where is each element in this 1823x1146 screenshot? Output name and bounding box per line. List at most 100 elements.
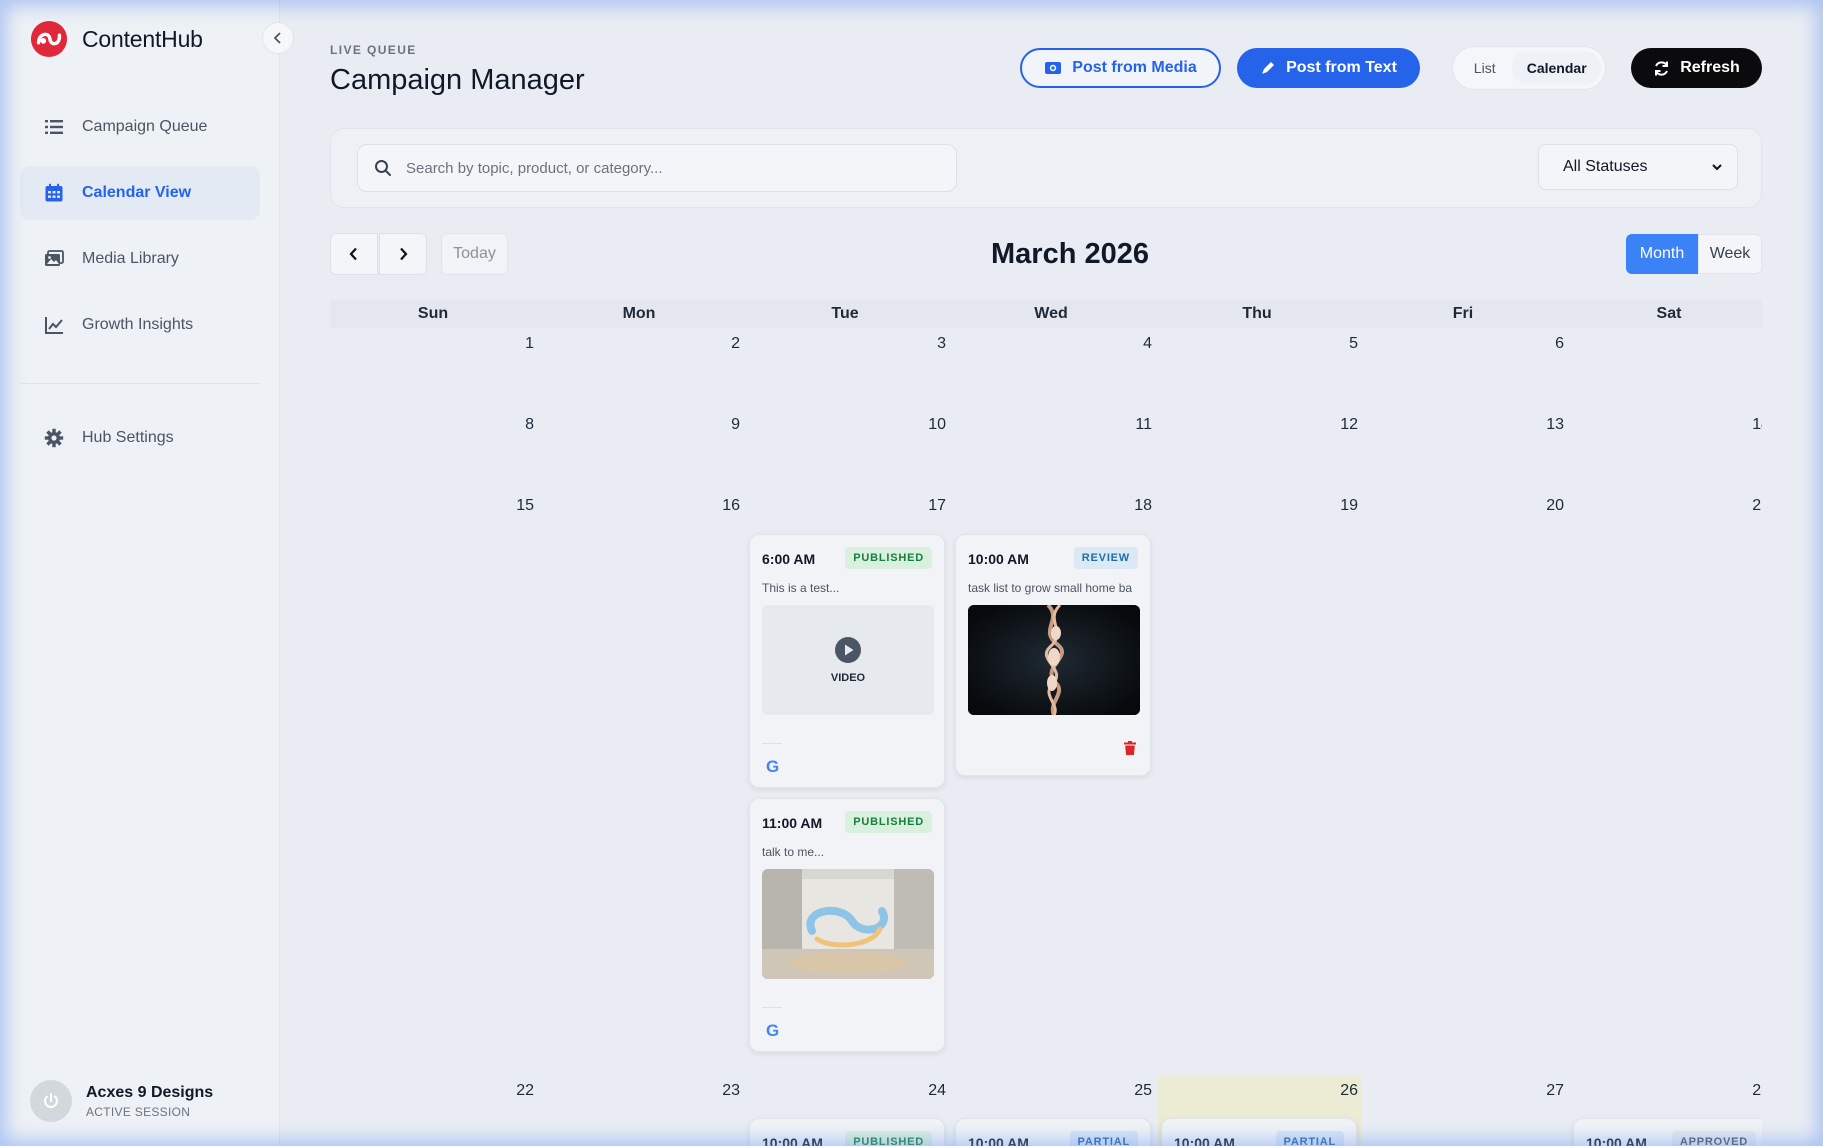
post-time: 10:00 AM: [1174, 1135, 1235, 1146]
user-session[interactable]: Acxes 9 Designs ACTIVE SESSION: [30, 1080, 213, 1122]
day-number[interactable]: 6: [1524, 335, 1564, 353]
post-from-text-label: Post from Text: [1286, 59, 1397, 76]
delete-button[interactable]: [1124, 741, 1136, 760]
search-icon: [375, 160, 391, 176]
day-number[interactable]: 12: [1318, 416, 1358, 434]
day-number[interactable]: 20: [1524, 497, 1564, 515]
sidebar-item-media-library[interactable]: Media Library: [20, 232, 260, 286]
post-card[interactable]: 10:00 AM PARTIAL: [1161, 1118, 1357, 1146]
post-time: 10:00 AM: [1586, 1135, 1647, 1146]
day-number[interactable]: 14: [1730, 416, 1762, 434]
power-icon: [44, 1093, 58, 1108]
day-number[interactable]: 11: [1112, 416, 1152, 434]
post-card[interactable]: 6:00 AM PUBLISHED This is a test... VIDE…: [749, 534, 945, 788]
day-number[interactable]: 22: [494, 1082, 534, 1100]
sidebar-item-hub-settings[interactable]: Hub Settings: [20, 411, 260, 465]
weekday-fri: Fri: [1452, 305, 1474, 322]
post-card[interactable]: 11:00 AM PUBLISHED talk to me... G: [749, 798, 945, 1052]
video-thumbnail[interactable]: VIDEO: [762, 605, 934, 715]
day-number[interactable]: 25: [1112, 1082, 1152, 1100]
status-filter-select[interactable]: All Statuses: [1538, 144, 1738, 190]
view-calendar-button[interactable]: Calendar: [1512, 51, 1601, 85]
post-card[interactable]: 10:00 AM APPROVED: [1573, 1118, 1762, 1146]
view-list-button[interactable]: List: [1457, 51, 1512, 85]
week-view-button[interactable]: Week: [1698, 234, 1762, 274]
post-from-text-button[interactable]: Post from Text: [1237, 48, 1420, 88]
page-eyebrow: LIVE QUEUE: [330, 43, 417, 57]
sidebar-item-campaign-queue[interactable]: Campaign Queue: [20, 100, 260, 154]
images-icon: [45, 250, 64, 266]
day-number[interactable]: 15: [494, 497, 534, 515]
post-time: 10:00 AM: [968, 1135, 1029, 1146]
day-number[interactable]: 24: [906, 1082, 946, 1100]
search-panel: All Statuses: [330, 128, 1762, 208]
post-card[interactable]: 10:00 AM PARTIAL: [955, 1118, 1151, 1146]
day-number[interactable]: 2: [700, 335, 740, 353]
day-number[interactable]: 27: [1524, 1082, 1564, 1100]
status-badge: PUBLISHED: [845, 811, 932, 833]
post-time: 10:00 AM: [968, 551, 1029, 567]
day-number[interactable]: 17: [906, 497, 946, 515]
day-number[interactable]: 16: [700, 497, 740, 515]
status-badge: PARTIAL: [1275, 1131, 1344, 1146]
card-divider: [762, 1007, 782, 1008]
day-number[interactable]: 18: [1112, 497, 1152, 515]
sidebar-item-label: Hub Settings: [82, 429, 174, 446]
google-icon: G: [766, 1021, 780, 1040]
weekday-sat: Sat: [1656, 305, 1682, 322]
day-number[interactable]: 23: [700, 1082, 740, 1100]
search-box[interactable]: [357, 144, 957, 192]
chevron-left-icon: [273, 32, 281, 44]
post-from-media-label: Post from Media: [1072, 59, 1197, 76]
today-button[interactable]: Today: [441, 233, 508, 275]
image-thumbnail[interactable]: [762, 869, 934, 979]
status-badge: PUBLISHED: [845, 547, 932, 569]
sidebar-item-calendar-view[interactable]: Calendar View: [20, 166, 260, 220]
day-number[interactable]: 13: [1524, 416, 1564, 434]
month-view-button[interactable]: Month: [1626, 234, 1698, 274]
day-number[interactable]: 19: [1318, 497, 1358, 515]
contenthub-logo: [30, 20, 68, 58]
nav-divider: [20, 383, 260, 384]
refresh-label: Refresh: [1680, 59, 1740, 76]
day-number[interactable]: 21: [1730, 497, 1762, 515]
day-number[interactable]: 5: [1318, 335, 1358, 353]
jewelry-thumbnail[interactable]: [968, 605, 1140, 715]
prev-month-button[interactable]: [330, 233, 378, 275]
day-number[interactable]: 3: [906, 335, 946, 353]
post-time: 10:00 AM: [762, 1135, 823, 1146]
post-card[interactable]: 10:00 AM PUBLISHED: [749, 1118, 945, 1146]
calendar-grid: Sun Mon Tue Wed Thu Fri Sat 1 2 3 4 5 6 …: [330, 300, 1762, 1146]
status-filter-value: All Statuses: [1563, 158, 1648, 175]
post-excerpt: This is a test...: [762, 581, 840, 595]
day-number[interactable]: 4: [1112, 335, 1152, 353]
collapse-sidebar-button[interactable]: [262, 22, 294, 54]
day-number[interactable]: 9: [700, 416, 740, 434]
trash-icon: [1124, 741, 1136, 755]
post-excerpt: talk to me...: [762, 845, 825, 859]
next-month-button[interactable]: [379, 233, 427, 275]
calendar-icon: [45, 183, 63, 202]
page-title: Campaign Manager: [330, 64, 585, 96]
day-number[interactable]: 7: [1730, 335, 1762, 353]
status-badge: APPROVED: [1671, 1131, 1756, 1146]
sidebar-item-label: Campaign Queue: [82, 118, 208, 135]
sidebar-item-growth-insights[interactable]: Growth Insights: [20, 298, 260, 352]
search-input[interactable]: [406, 159, 946, 177]
post-from-media-button[interactable]: Post from Media: [1020, 48, 1221, 88]
post-card[interactable]: 10:00 AM REVIEW task list to grow small …: [955, 534, 1151, 776]
refresh-button[interactable]: Refresh: [1631, 48, 1762, 88]
weekday-mon: Mon: [622, 305, 656, 322]
photo-icon: [1045, 62, 1062, 74]
pen-icon: [1262, 62, 1275, 74]
card-divider: [762, 743, 782, 744]
user-status: ACTIVE SESSION: [86, 1104, 191, 1119]
view-toggle: List Calendar: [1452, 46, 1606, 90]
day-number[interactable]: 26: [1318, 1082, 1358, 1100]
day-number[interactable]: 28: [1730, 1082, 1762, 1100]
day-number[interactable]: 1: [494, 335, 534, 353]
brand[interactable]: ContentHub: [30, 20, 203, 58]
day-number[interactable]: 10: [906, 416, 946, 434]
day-number[interactable]: 8: [494, 416, 534, 434]
sidebar-item-label: Growth Insights: [82, 316, 194, 333]
